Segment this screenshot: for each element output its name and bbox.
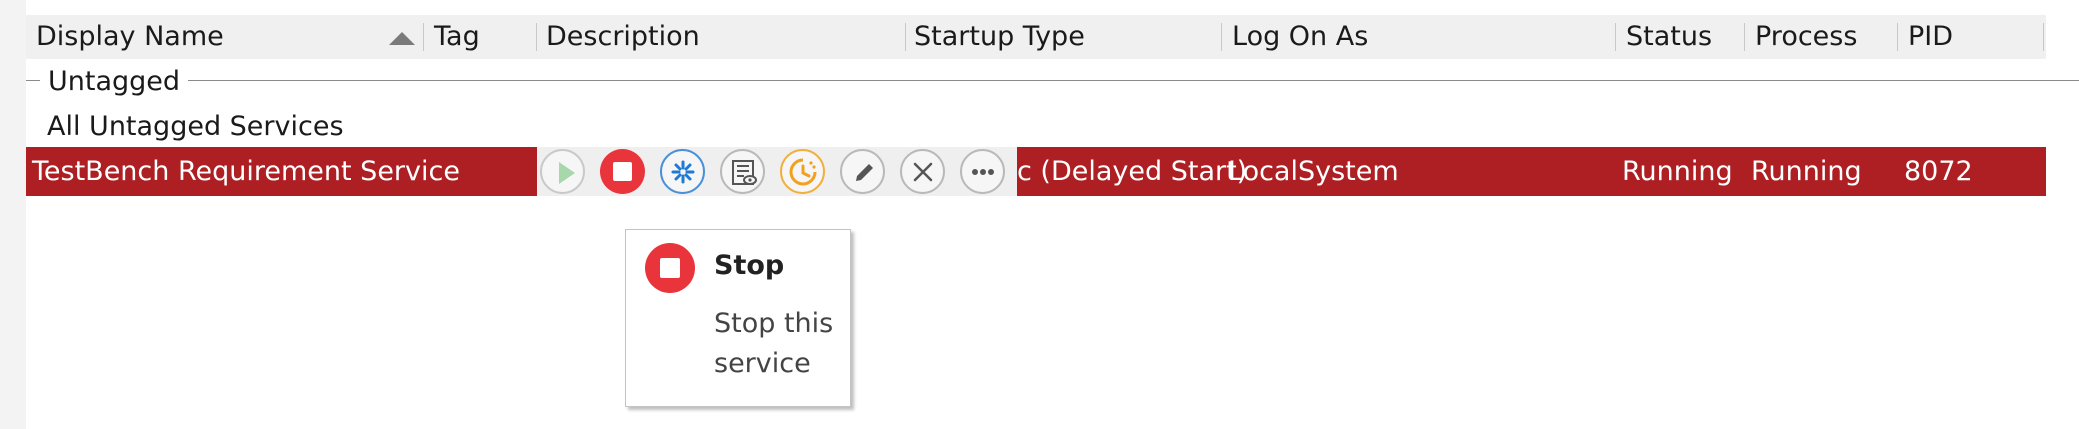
tooltip-title: Stop xyxy=(714,250,785,281)
play-icon xyxy=(559,162,575,184)
column-log-on-as[interactable]: Log On As xyxy=(1232,15,1368,59)
service-row-selected[interactable]: TestBench Requirement Service c (Delayed… xyxy=(26,147,2046,196)
column-header: Display Name Tag Description Startup Typ… xyxy=(26,15,2046,59)
cell-log-on-as: LocalSystem xyxy=(1228,156,1399,187)
cell-pid: 8072 xyxy=(1904,156,1973,187)
restart-button[interactable] xyxy=(660,149,705,194)
cell-process: Running xyxy=(1751,156,1862,187)
column-divider[interactable] xyxy=(1615,23,1616,51)
stop-button[interactable] xyxy=(600,149,645,194)
x-icon xyxy=(913,162,933,182)
column-startup-type[interactable]: Startup Type xyxy=(914,15,1085,59)
column-status[interactable]: Status xyxy=(1626,15,1712,59)
column-description[interactable]: Description xyxy=(546,15,700,59)
tooltip-description: Stop this service xyxy=(714,308,834,379)
start-button[interactable] xyxy=(540,149,585,194)
pencil-icon xyxy=(856,164,873,181)
row-action-bar xyxy=(537,147,1017,196)
group-divider xyxy=(26,80,2079,81)
column-tag[interactable]: Tag xyxy=(434,15,480,59)
column-divider[interactable] xyxy=(1744,23,1745,51)
stop-icon xyxy=(645,243,695,293)
edit-button[interactable] xyxy=(840,149,885,194)
group-header-untagged[interactable]: Untagged xyxy=(40,66,189,98)
left-gutter xyxy=(0,0,26,429)
log-icon xyxy=(732,160,757,185)
more-button[interactable] xyxy=(960,149,1005,194)
column-divider[interactable] xyxy=(1221,23,1222,51)
delete-button[interactable] xyxy=(900,149,945,194)
column-divider[interactable] xyxy=(905,23,906,51)
stop-icon xyxy=(613,162,632,181)
column-divider[interactable] xyxy=(536,23,537,51)
startup-type-button[interactable] xyxy=(780,149,825,194)
column-display-name[interactable]: Display Name xyxy=(36,15,224,59)
clock-icon xyxy=(789,158,817,186)
cell-startup-type: c (Delayed Start) xyxy=(1017,156,1248,187)
restart-icon xyxy=(671,160,695,184)
cell-display-name: TestBench Requirement Service xyxy=(32,156,460,187)
cell-status: Running xyxy=(1622,156,1733,187)
stop-tooltip: Stop Stop this service xyxy=(625,229,851,407)
column-divider[interactable] xyxy=(1897,23,1898,51)
column-divider[interactable] xyxy=(423,23,424,51)
column-process[interactable]: Process xyxy=(1755,15,1857,59)
column-pid[interactable]: PID xyxy=(1908,15,1953,59)
ellipsis-icon xyxy=(972,169,994,175)
view-log-button[interactable] xyxy=(720,149,765,194)
column-divider[interactable] xyxy=(2043,23,2044,51)
all-untagged-services-item[interactable]: All Untagged Services xyxy=(47,110,344,144)
sort-ascending-icon xyxy=(389,32,415,45)
